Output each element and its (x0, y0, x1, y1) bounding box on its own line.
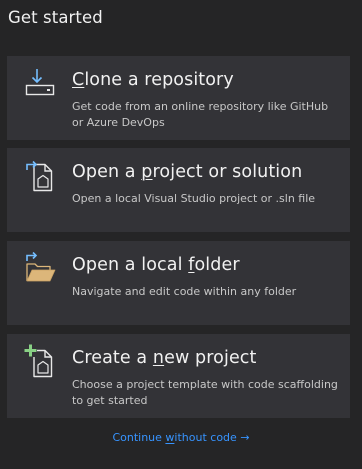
open-project-button[interactable]: Open a project or solution Open a local … (7, 148, 350, 232)
clone-repository-button[interactable]: Clone a repository Get code from an onli… (7, 56, 350, 140)
page-title: Get started (8, 8, 103, 27)
open-project-icon (24, 158, 58, 192)
continue-without-code-link[interactable]: Continue without code → (0, 431, 362, 444)
open-local-folder-description: Navigate and edit code within any folder (72, 285, 297, 298)
clone-download-icon (24, 66, 58, 100)
open-local-folder-label: Open a local folder (72, 255, 240, 275)
create-new-project-description: Choose a project template with code scaf… (72, 378, 338, 407)
create-new-project-label: Create a new project (72, 348, 257, 368)
open-project-label: Open a project or solution (72, 162, 303, 182)
clone-repository-description: Get code from an online repository like … (72, 100, 329, 129)
open-folder-icon (24, 251, 58, 285)
open-local-folder-button[interactable]: Open a local folder Navigate and edit co… (7, 241, 350, 325)
clone-repository-label: Clone a repository (72, 70, 234, 90)
create-new-project-button[interactable]: Create a new project Choose a project te… (7, 334, 350, 418)
arrow-right-icon: → (240, 431, 250, 444)
new-project-icon (24, 344, 58, 378)
open-project-description: Open a local Visual Studio project or .s… (72, 192, 316, 205)
